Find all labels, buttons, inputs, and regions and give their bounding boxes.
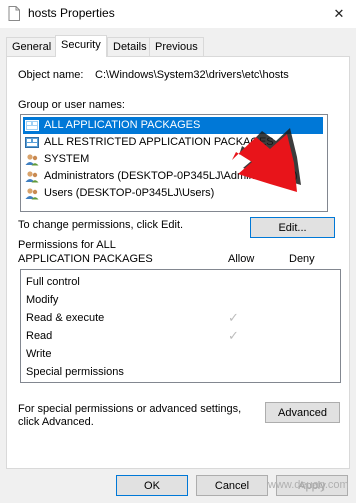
security-panel: Object name: C:\Windows\System32\drivers…: [6, 56, 350, 469]
allow-check-icon: ✓: [228, 310, 239, 325]
change-permissions-text: To change permissions, click Edit.: [18, 219, 184, 231]
permissions-list: Full control Modify Read & execute ✓ Read ✓ Wr…: [20, 269, 341, 383]
object-name-label: Object name:: [18, 69, 84, 81]
group-user-list[interactable]: ALL APPLICATION PACKAGES ALL RESTRICTED …: [20, 114, 328, 212]
list-item-administrators[interactable]: Administrators (DESKTOP-0P345LJ\Administ…: [23, 168, 323, 185]
properties-window: hosts Properties ✕ General Security Deta…: [0, 0, 356, 503]
tab-general[interactable]: General: [6, 37, 58, 56]
tab-security[interactable]: Security: [55, 35, 107, 57]
list-item-label: ALL APPLICATION PACKAGES: [44, 119, 201, 131]
list-item-all-restricted-application-packages[interactable]: ALL RESTRICTED APPLICATION PACKAGES: [23, 134, 323, 151]
permissions-title-line1: Permissions for ALL: [18, 239, 116, 251]
permission-row-label: Special permissions: [26, 366, 124, 378]
package-icon: [25, 120, 39, 131]
edit-button[interactable]: Edit...: [250, 217, 335, 238]
title-bar: hosts Properties ✕: [0, 0, 356, 28]
permissions-title-line2: APPLICATION PACKAGES: [18, 253, 153, 265]
list-item-label: Administrators (DESKTOP-0P345LJ\Administ…: [44, 170, 298, 182]
user-group-icon: [25, 188, 39, 200]
advanced-help-line2: click Advanced.: [18, 416, 94, 428]
cancel-button[interactable]: Cancel: [196, 475, 268, 496]
close-icon: ✕: [333, 6, 345, 21]
ok-button[interactable]: OK: [116, 475, 188, 496]
tab-previous-versions[interactable]: Previous Versions: [149, 37, 204, 71]
list-item-label: SYSTEM: [44, 153, 90, 165]
permission-row-label: Full control: [26, 276, 80, 288]
deny-column-header: Deny: [289, 253, 315, 265]
permission-row-label: Write: [26, 348, 52, 360]
list-item-system[interactable]: SYSTEM: [23, 151, 323, 168]
package-icon: [25, 137, 39, 148]
object-name-value: C:\Windows\System32\drivers\etc\hosts: [95, 69, 289, 81]
allow-column-header: Allow: [228, 253, 255, 265]
window-title: hosts Properties: [28, 6, 115, 20]
list-item-label: Users (DESKTOP-0P345LJ\Users): [44, 187, 215, 199]
watermark-text: www.deuaq.com: [268, 479, 349, 491]
user-group-icon: [25, 154, 39, 166]
close-button[interactable]: ✕: [322, 0, 356, 28]
group-names-label: Group or user names:: [18, 99, 125, 111]
advanced-help-line1: For special permissions or advanced sett…: [18, 403, 242, 415]
file-icon: [8, 6, 20, 21]
user-group-icon: [25, 171, 39, 183]
list-item-label: ALL RESTRICTED APPLICATION PACKAGES: [44, 136, 274, 148]
list-item-users[interactable]: Users (DESKTOP-0P345LJ\Users): [23, 185, 323, 202]
advanced-button[interactable]: Advanced: [265, 402, 340, 423]
permission-row-label: Modify: [26, 294, 59, 306]
list-item-all-application-packages[interactable]: ALL APPLICATION PACKAGES: [23, 117, 323, 134]
tab-details[interactable]: Details: [107, 37, 153, 56]
allow-check-icon: ✓: [228, 328, 239, 343]
permission-row-label: Read & execute: [26, 312, 105, 324]
permission-row-label: Read: [26, 330, 53, 342]
